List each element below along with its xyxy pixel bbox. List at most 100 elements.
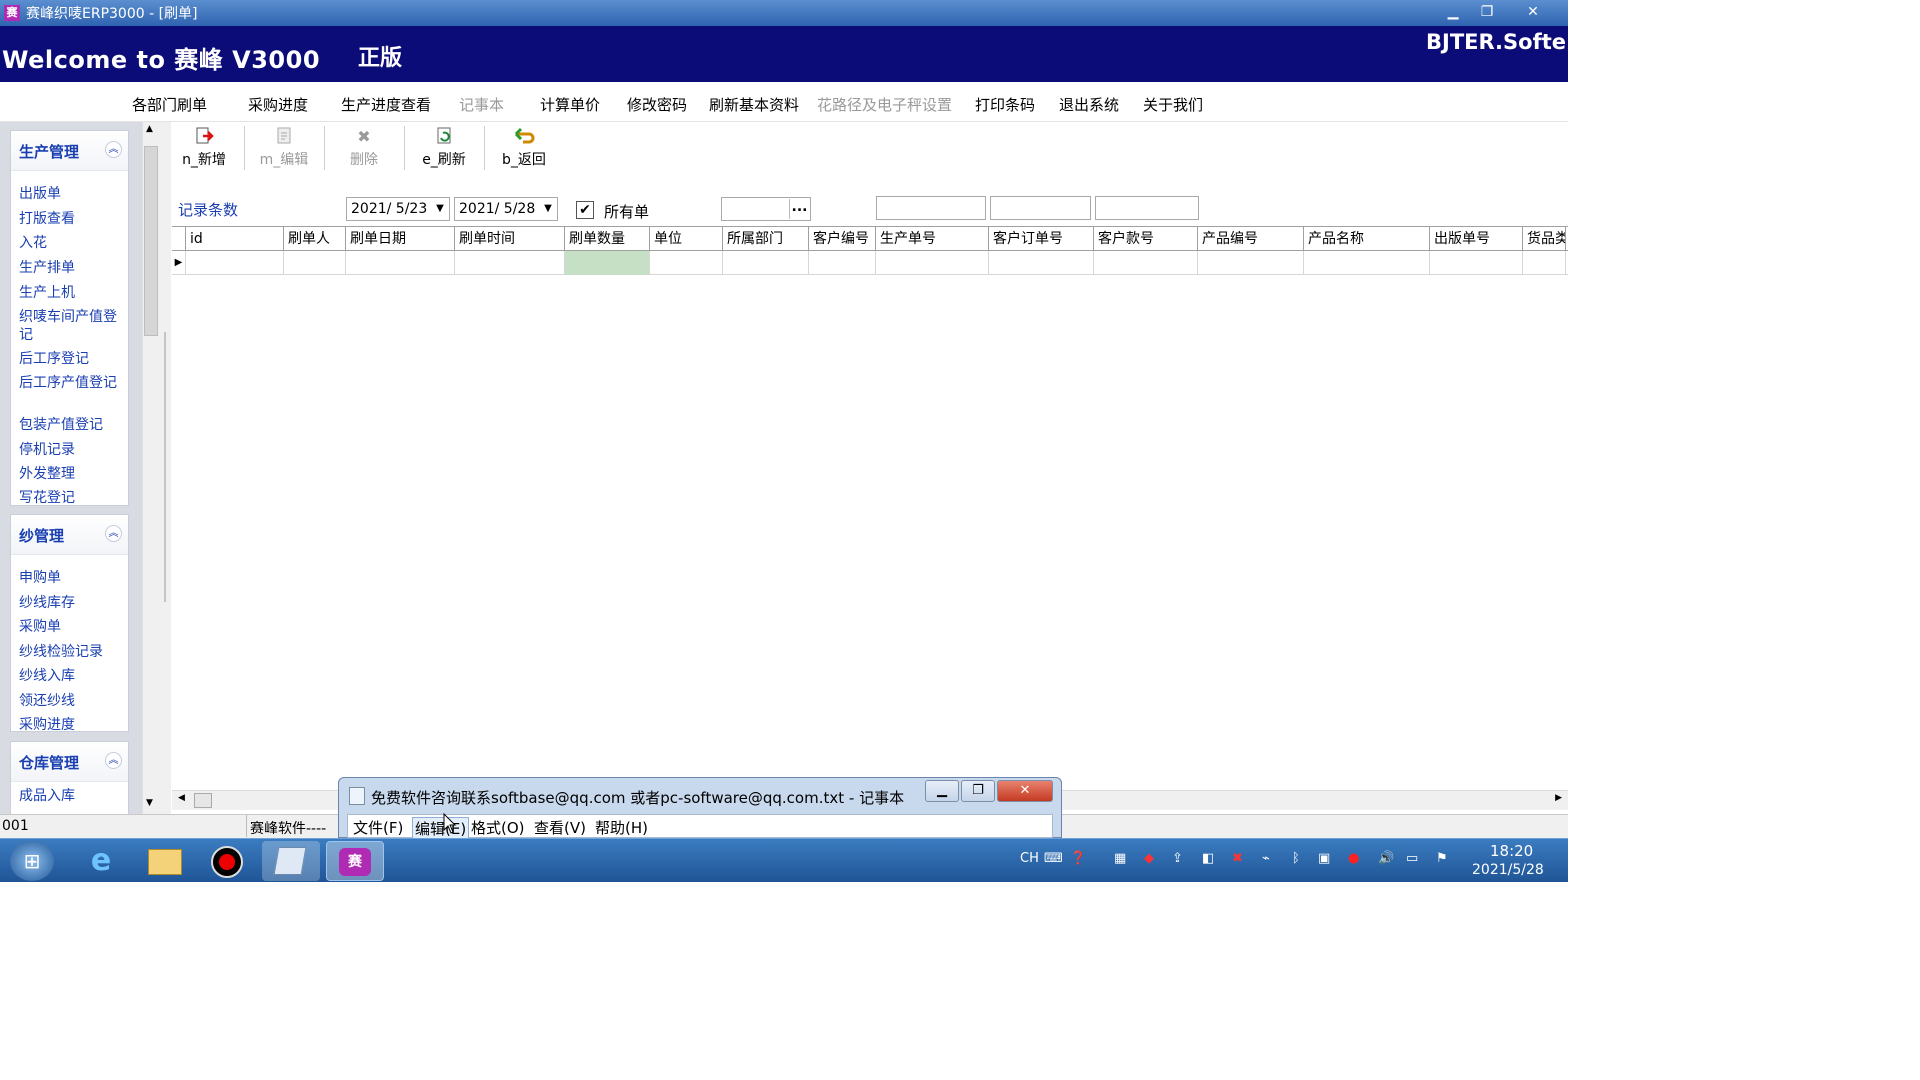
error-icon[interactable]: ✖ xyxy=(1232,851,1243,866)
table-cell[interactable] xyxy=(455,251,565,275)
sidebar-item[interactable]: 外发整理 xyxy=(19,465,119,483)
network-app-icon[interactable]: ◧ xyxy=(1202,851,1214,866)
table-cell[interactable] xyxy=(876,251,989,275)
filter-field-1[interactable] xyxy=(876,196,986,220)
sidebar-item[interactable]: 出版单 xyxy=(19,185,119,203)
table-row[interactable]: ▶ xyxy=(172,251,1568,275)
column-header[interactable]: id xyxy=(186,227,284,251)
erp-taskbar-button[interactable]: 赛 xyxy=(326,841,384,881)
table-cell[interactable] xyxy=(346,251,455,275)
ie-taskbar-button[interactable]: e xyxy=(72,841,130,881)
column-header[interactable]: 出版单号 xyxy=(1430,227,1523,251)
language-indicator[interactable]: CH xyxy=(1020,851,1039,866)
sidebar-item[interactable]: 领还纱线 xyxy=(19,692,119,710)
menu-item-calc-price[interactable]: 计算单价 xyxy=(540,94,600,115)
scrollbar-thumb[interactable] xyxy=(144,146,158,336)
notepad-taskbar-button[interactable] xyxy=(262,841,320,881)
explorer-taskbar-button[interactable] xyxy=(136,841,194,881)
wifi-icon[interactable]: ⌁ xyxy=(1262,851,1270,866)
sidebar-item[interactable]: 纱线检验记录 xyxy=(19,643,119,661)
column-header[interactable]: 产品名称 xyxy=(1304,227,1430,251)
notepad-menu-file[interactable]: 文件(F) xyxy=(353,817,403,838)
sidebar-item[interactable]: 打版查看 xyxy=(19,210,119,228)
sidebar-item[interactable]: 织唛车间产值登记 xyxy=(19,308,119,344)
start-button[interactable]: ⊞ xyxy=(10,841,54,881)
notepad-menu-edit[interactable]: 编辑(E) xyxy=(412,817,470,840)
table-cell[interactable] xyxy=(650,251,723,275)
collapse-icon[interactable]: ︽ xyxy=(105,525,122,542)
refresh-button[interactable]: e_刷新 xyxy=(412,126,476,172)
collapse-icon[interactable]: ︽ xyxy=(105,752,122,769)
sidebar-item[interactable]: 入花 xyxy=(19,234,119,252)
notepad-menu-view[interactable]: 查看(V) xyxy=(534,817,586,838)
column-header[interactable]: 刷单时间 xyxy=(455,227,565,251)
chevron-down-icon[interactable]: ▼ xyxy=(431,198,449,220)
sidebar-item[interactable]: 后工序产值登记 xyxy=(19,374,119,392)
date-from-picker[interactable]: 2021/ 5/23 ▼ xyxy=(346,197,450,221)
sidebar-item[interactable]: 成品入库 xyxy=(19,787,119,805)
ime-icon[interactable]: ▦ xyxy=(1114,851,1126,866)
column-header[interactable]: 刷单日期 xyxy=(346,227,455,251)
clock-time[interactable]: 18:20 xyxy=(1490,842,1533,860)
volume-icon[interactable]: 🔊 xyxy=(1378,851,1394,866)
filter-field-2[interactable] xyxy=(990,196,1091,220)
column-header[interactable]: 生产单号 xyxy=(876,227,989,251)
menu-item-about[interactable]: 关于我们 xyxy=(1143,94,1203,115)
menu-item-notepad[interactable]: 记事本 xyxy=(459,94,504,115)
recorder-taskbar-button[interactable] xyxy=(199,841,257,881)
ellipsis-button[interactable]: ... xyxy=(789,199,809,219)
network-icon[interactable]: ▭ xyxy=(1406,851,1418,866)
add-button[interactable]: n_新增 xyxy=(172,126,236,172)
update-icon[interactable]: ⇪ xyxy=(1172,851,1183,866)
record-tray-icon[interactable]: ● xyxy=(1348,851,1359,866)
sidebar-item[interactable]: 写花登记 xyxy=(19,489,119,507)
back-button[interactable]: b_返回 xyxy=(492,126,556,172)
table-cell[interactable] xyxy=(1523,251,1566,275)
chevron-down-icon[interactable]: ▼ xyxy=(539,198,557,220)
table-cell[interactable] xyxy=(186,251,284,275)
lookup-field[interactable]: ... xyxy=(721,197,811,221)
help-icon[interactable]: ❓ xyxy=(1070,851,1086,866)
column-header[interactable]: 客户编号 xyxy=(809,227,876,251)
panel-splitter[interactable] xyxy=(159,122,171,814)
scroll-right-icon[interactable]: ▶ xyxy=(1555,793,1562,803)
notepad-close-button[interactable]: ✕ xyxy=(997,780,1053,802)
sidebar-item[interactable]: 申购单 xyxy=(19,569,119,587)
table-cell[interactable] xyxy=(1304,251,1430,275)
column-header[interactable]: 单位 xyxy=(650,227,723,251)
group-header[interactable]: 生产管理 ︽ xyxy=(11,131,128,171)
sidebar-item[interactable]: 停机记录 xyxy=(19,441,119,459)
column-header[interactable]: 产品编号 xyxy=(1198,227,1304,251)
security-icon[interactable]: ◆ xyxy=(1144,851,1154,866)
notepad-menu-format[interactable]: 格式(O) xyxy=(471,817,525,838)
table-cell[interactable] xyxy=(1430,251,1523,275)
scroll-up-icon[interactable]: ▲ xyxy=(146,124,153,134)
scroll-left-icon[interactable]: ◀ xyxy=(178,793,185,803)
menu-item-refresh-data[interactable]: 刷新基本资料 xyxy=(709,94,799,115)
sidebar-item[interactable]: 采购进度 xyxy=(19,716,119,734)
table-cell[interactable] xyxy=(1094,251,1198,275)
sidebar-item[interactable]: 生产排单 xyxy=(19,259,119,277)
delete-button[interactable]: ✖ 删除 xyxy=(332,126,396,172)
filter-field-3[interactable] xyxy=(1095,196,1199,220)
notepad-minimize-button[interactable]: ▁ xyxy=(925,780,959,802)
sidebar-item[interactable]: 包装产值登记 xyxy=(19,416,119,434)
sidebar-item[interactable]: 后工序登记 xyxy=(19,350,119,368)
column-header[interactable]: 刷单数量 xyxy=(565,227,650,251)
scrollbar-thumb[interactable] xyxy=(194,793,212,808)
all-orders-checkbox[interactable]: ✔ xyxy=(576,201,594,219)
table-cell[interactable] xyxy=(989,251,1094,275)
table-cell[interactable] xyxy=(284,251,346,275)
sidebar-item[interactable]: 纱线库存 xyxy=(19,594,119,612)
column-header[interactable]: 客户订单号 xyxy=(989,227,1094,251)
maximize-button[interactable]: ❐ xyxy=(1472,2,1502,22)
table-cell[interactable] xyxy=(809,251,876,275)
scroll-down-icon[interactable]: ▼ xyxy=(146,798,153,808)
table-cell[interactable] xyxy=(723,251,809,275)
sidebar-item[interactable]: 生产上机 xyxy=(19,284,119,302)
close-button[interactable]: ✕ xyxy=(1518,2,1548,22)
collapse-icon[interactable]: ︽ xyxy=(105,141,122,158)
notepad-menu-help[interactable]: 帮助(H) xyxy=(595,817,648,838)
table-cell[interactable] xyxy=(1198,251,1304,275)
edit-button[interactable]: m_编辑 xyxy=(252,126,316,172)
